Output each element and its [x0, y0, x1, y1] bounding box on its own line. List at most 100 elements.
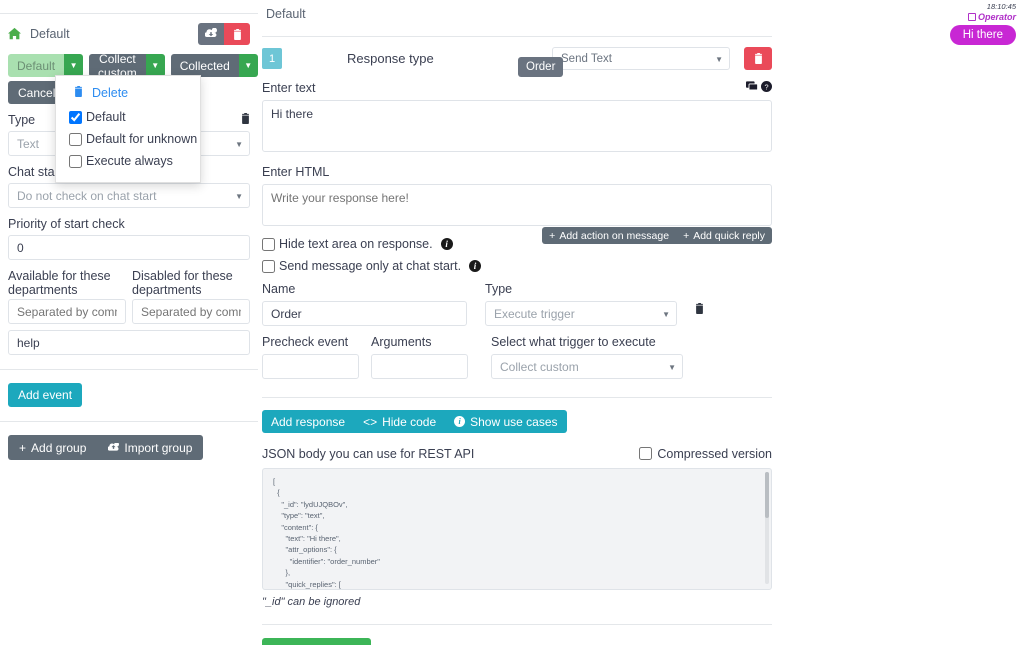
- compressed-version-label: Compressed version: [657, 446, 772, 461]
- tab-collected[interactable]: Collected: [170, 54, 239, 77]
- plus-icon: +: [549, 229, 556, 242]
- code-icon: <>: [363, 414, 378, 429]
- action-name-input[interactable]: [262, 301, 467, 326]
- group-header: Default: [8, 19, 250, 49]
- plus-icon: +: [19, 440, 27, 455]
- chevron-down-icon: ▼: [715, 55, 723, 64]
- dropdown-default-unknown-label: Default for unknown: [86, 132, 198, 146]
- dropdown-delete-item[interactable]: Delete: [56, 84, 200, 106]
- chat-widget: 18:10:45 Operator Hi there: [900, 2, 1016, 45]
- tab-default-caret-icon[interactable]: ▼: [64, 54, 84, 77]
- chat-timestamp: 18:10:45: [986, 2, 1016, 11]
- response-number-badge: 1: [262, 48, 282, 69]
- info-icon[interactable]: i: [440, 238, 453, 250]
- arguments-input[interactable]: [371, 354, 468, 379]
- add-group-button[interactable]: + Add group: [8, 435, 97, 460]
- available-departments-input[interactable]: [8, 299, 126, 324]
- send-only-chat-start-row[interactable]: Send message only at chat start. i: [262, 259, 772, 273]
- precheck-input[interactable]: [262, 354, 359, 379]
- arguments-col: Arguments: [371, 335, 468, 379]
- dropdown-execute-always-checkbox[interactable]: [69, 154, 82, 168]
- compressed-version-checkbox[interactable]: [639, 447, 653, 460]
- divider-1: [0, 369, 258, 370]
- precheck-col: Precheck event: [262, 335, 359, 379]
- section-divider: [262, 397, 772, 398]
- hide-text-area-checkbox[interactable]: [262, 237, 275, 251]
- tab-collect-custom[interactable]: Collect custom: [89, 52, 146, 80]
- action-type-select[interactable]: [485, 301, 677, 326]
- top-divider: [0, 0, 258, 14]
- add-quick-reply-button[interactable]: + Add quick reply: [676, 227, 772, 244]
- enter-html-textarea[interactable]: [262, 184, 772, 226]
- hide-code-button[interactable]: <> Hide code: [354, 410, 445, 433]
- chat-start-select[interactable]: [8, 183, 250, 208]
- json-scrollbar[interactable]: [765, 472, 769, 584]
- info-icon[interactable]: i: [469, 260, 482, 272]
- keyword-row: [8, 330, 250, 355]
- delete-action-icon[interactable]: [695, 302, 704, 317]
- trigger-label: Select what trigger to execute: [491, 335, 656, 349]
- import-group-button[interactable]: Import group: [97, 435, 203, 460]
- json-hint: "_id" can be ignored: [262, 596, 361, 608]
- add-event-button[interactable]: Add event: [8, 383, 83, 407]
- plus-icon: +: [683, 229, 690, 242]
- tab-group-default: Default ▼: [8, 54, 84, 77]
- action-type-select-wrap: ▼: [485, 301, 677, 326]
- dropdown-option-default-unknown[interactable]: Default for unknown: [56, 128, 200, 150]
- tab-default[interactable]: Default: [8, 54, 65, 77]
- send-only-chat-start-checkbox[interactable]: [262, 259, 275, 273]
- action-name-type-row: Name Type ▼: [262, 282, 772, 326]
- chat-message-bubble: Hi there: [949, 25, 1016, 45]
- main-divider: [262, 36, 772, 37]
- dropdown-default-checkbox[interactable]: [69, 110, 82, 124]
- save-divider: [262, 624, 772, 625]
- keyword-input[interactable]: [8, 330, 250, 355]
- app-root: Default Default ▼ Collect custom ▼ Colle…: [0, 0, 1024, 645]
- compressed-version-row[interactable]: Compressed version: [635, 444, 772, 463]
- dropdown-option-default[interactable]: Default: [56, 106, 200, 128]
- response-type-label: Response type: [347, 51, 434, 66]
- delete-response-button[interactable]: [744, 47, 772, 70]
- action-type-label: Type: [485, 282, 513, 296]
- response-action-buttons: Add response <> Hide code i Show use cas…: [262, 410, 567, 433]
- disabled-departments-input[interactable]: [132, 299, 250, 324]
- response-type-select[interactable]: [552, 47, 730, 70]
- delete-group-button[interactable]: [224, 23, 250, 45]
- cloud-download-icon-button[interactable]: [198, 23, 224, 45]
- add-response-button[interactable]: Add response: [262, 410, 354, 433]
- show-use-cases-button[interactable]: i Show use cases: [445, 410, 566, 433]
- group-header-actions: [198, 23, 250, 45]
- arguments-label: Arguments: [371, 335, 432, 349]
- trigger-select[interactable]: [491, 354, 683, 379]
- hide-code-label: Hide code: [382, 414, 437, 429]
- tab-collected-caret-icon[interactable]: ▼: [238, 54, 258, 77]
- comment-icon[interactable]: [746, 80, 758, 95]
- trigger-col: Select what trigger to execute ▼: [491, 335, 683, 379]
- tab-collect-custom-caret-icon[interactable]: ▼: [145, 54, 165, 77]
- priority-input[interactable]: [8, 235, 250, 260]
- chat-sender-label: Operator: [977, 12, 1016, 22]
- trash-icon[interactable]: [241, 113, 250, 127]
- import-group-label: Import group: [124, 440, 193, 455]
- add-action-label: Add action on message: [559, 229, 670, 242]
- enter-text-textarea[interactable]: Hi there: [262, 100, 772, 152]
- dropdown-default-unknown-checkbox[interactable]: [69, 132, 82, 146]
- tab-group-collected: Collected ▼: [170, 54, 258, 77]
- trash-icon: [74, 86, 83, 100]
- dropdown-default-label: Default: [86, 110, 126, 124]
- action-name-col: Name: [262, 282, 467, 326]
- cancel-button[interactable]: Cancel: [311, 638, 370, 645]
- main-panel: Default 1 Response type ▼ Enter text ?: [262, 0, 772, 645]
- info-circle-icon: i: [454, 416, 466, 427]
- add-action-on-message-button[interactable]: + Add action on message: [542, 227, 676, 244]
- json-header-row: JSON body you can use for REST API Compr…: [262, 444, 772, 463]
- save-button[interactable]: Save: [262, 638, 311, 645]
- save-cancel-group: Save Cancel: [262, 638, 371, 645]
- cloud-upload-icon: [107, 441, 120, 455]
- help-circle-icon[interactable]: ?: [761, 80, 772, 95]
- dropdown-option-execute-always[interactable]: Execute always: [56, 150, 200, 172]
- operator-icon: [967, 13, 976, 21]
- json-body-box[interactable]: [ { "_id": "lydUJQBOv", "type": "text", …: [262, 468, 772, 590]
- precheck-arguments-row: Precheck event Arguments Select what tri…: [262, 335, 772, 379]
- order-tooltip: Order: [518, 57, 564, 77]
